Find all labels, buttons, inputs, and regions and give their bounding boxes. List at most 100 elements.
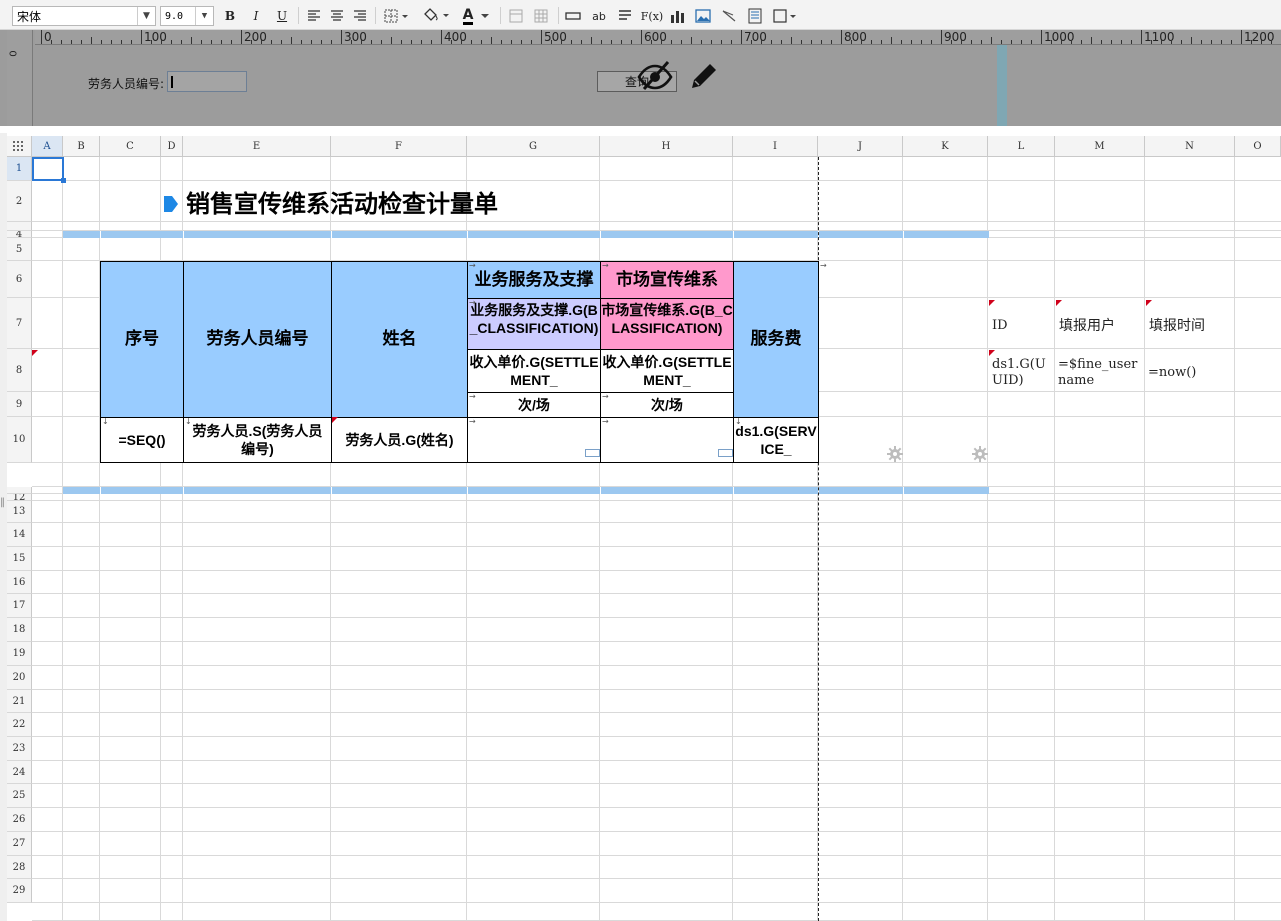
image-icon[interactable] — [694, 6, 712, 26]
font-color-icon[interactable]: A — [460, 6, 494, 26]
side-user-value[interactable]: =$fine_username — [1058, 357, 1144, 388]
row-header-26[interactable]: 26 — [7, 808, 32, 832]
header-staff-no[interactable]: 劳务人员编号 — [183, 261, 332, 418]
column-header-c[interactable]: C — [100, 136, 161, 157]
cell-business-value[interactable] — [467, 417, 601, 463]
chevron-down-icon[interactable]: ▼ — [195, 7, 213, 25]
selected-cell-a1[interactable] — [32, 157, 64, 181]
pencil-icon[interactable] — [688, 60, 720, 92]
row-header-2[interactable]: 2 — [7, 181, 32, 222]
header-market[interactable]: 市场宣传维系 — [600, 261, 734, 299]
font-size-select[interactable]: 9.0 ▼ — [160, 6, 214, 26]
align-center-icon[interactable] — [329, 6, 345, 26]
cell-seq-formula[interactable]: =SEQ() — [100, 417, 184, 463]
row-header-12[interactable]: 12 — [7, 492, 32, 503]
italic-button[interactable]: I — [248, 6, 264, 26]
row-header-29[interactable]: 29 — [7, 879, 32, 903]
row-header-8[interactable]: 8 — [7, 349, 32, 392]
column-header-f[interactable]: F — [331, 136, 467, 157]
insert-row-icon[interactable] — [565, 6, 581, 26]
side-id-label[interactable]: ID — [992, 318, 1008, 334]
eye-hidden-icon[interactable] — [636, 59, 674, 91]
header-service-fee[interactable]: 服务费 — [733, 261, 819, 418]
column-header-h[interactable]: H — [600, 136, 733, 157]
row-header-4[interactable]: 4 — [7, 229, 32, 240]
unit-h[interactable]: 次/场 — [600, 392, 734, 418]
column-header-n[interactable]: N — [1145, 136, 1235, 157]
underline-button[interactable]: U — [274, 6, 290, 26]
paragraph-icon[interactable] — [617, 6, 633, 26]
font-family-select[interactable]: 宋体 ▼ — [12, 6, 156, 26]
row-header-19[interactable]: 19 — [7, 642, 32, 666]
split-cells-icon[interactable] — [533, 6, 549, 26]
row-header-5[interactable]: 5 — [7, 238, 32, 261]
cell-staff-no-formula[interactable]: 劳务人员.S(劳务人员编号) — [183, 417, 332, 463]
column-header-k[interactable]: K — [903, 136, 988, 157]
row-header-18[interactable]: 18 — [7, 618, 32, 642]
chevron-down-icon[interactable]: ▼ — [137, 7, 155, 25]
border-options-icon[interactable] — [772, 6, 800, 26]
header-business[interactable]: 业务服务及支撑 — [467, 261, 601, 299]
row-header-16[interactable]: 16 — [7, 571, 32, 594]
report-title[interactable]: 销售宣传维系活动检查计量单 — [186, 188, 606, 222]
fill-handle[interactable] — [61, 178, 66, 183]
header-name[interactable]: 姓名 — [331, 261, 468, 418]
unit-g[interactable]: 次/场 — [467, 392, 601, 418]
row-header-3[interactable] — [7, 222, 32, 231]
column-header-i[interactable]: I — [733, 136, 818, 157]
row-header-24[interactable]: 24 — [7, 761, 32, 784]
side-id-value[interactable]: ds1.G(UUID) — [992, 357, 1052, 388]
row-header-10[interactable]: 10 — [7, 417, 32, 463]
row-header-28[interactable]: 28 — [7, 856, 32, 879]
cell-name-formula[interactable]: 劳务人员.G(姓名) — [331, 417, 468, 463]
column-header-m[interactable]: M — [1055, 136, 1145, 157]
row-header-14[interactable]: 14 — [7, 523, 32, 547]
fill-color-icon[interactable] — [420, 6, 452, 26]
bold-button[interactable]: B — [222, 6, 238, 26]
select-all-corner[interactable] — [7, 136, 32, 157]
row-header-9[interactable]: 9 — [7, 392, 32, 417]
row-header-25[interactable]: 25 — [7, 784, 32, 808]
column-header-j[interactable]: J — [818, 136, 903, 157]
side-time-value[interactable]: =now() — [1148, 365, 1196, 381]
sub-report-icon[interactable] — [746, 6, 764, 26]
row-header-20[interactable]: 20 — [7, 666, 32, 690]
column-header-l[interactable]: L — [988, 136, 1055, 157]
merge-cells-icon[interactable] — [508, 6, 524, 26]
slash-line-icon[interactable] — [720, 6, 738, 26]
row-header-13[interactable]: 13 — [7, 501, 32, 523]
row-header-27[interactable]: 27 — [7, 832, 32, 856]
column-header-a[interactable]: A — [32, 136, 63, 157]
header-business-formula[interactable]: 业务服务及支撑.G(B_CLASSIFICATION) — [467, 298, 601, 350]
side-fill-user-label[interactable]: 填报用户 — [1059, 317, 1115, 334]
pane-splitter[interactable] — [997, 45, 1007, 126]
row-header-21[interactable]: 21 — [7, 690, 32, 713]
row-header-23[interactable]: 23 — [7, 737, 32, 761]
staff-number-input[interactable] — [167, 71, 247, 92]
header-market-formula[interactable]: 市场宣传维系.G(B_CLASSIFICATION) — [600, 298, 734, 350]
row-header-6[interactable]: 6 — [7, 261, 32, 298]
row-header-11[interactable] — [7, 487, 32, 494]
side-fill-time-label[interactable]: 填报时间 — [1149, 317, 1205, 334]
column-header-b[interactable]: B — [63, 136, 100, 157]
text-wrap-button[interactable]: ab — [590, 6, 608, 26]
row-header-15[interactable]: 15 — [7, 547, 32, 571]
cell-service-formula[interactable]: ds1.G(SERVICE_ — [733, 417, 819, 463]
row-header-17[interactable]: 17 — [7, 594, 32, 618]
formula-button[interactable]: F(x) — [641, 6, 663, 26]
gear-icon[interactable] — [972, 446, 988, 462]
column-header-e[interactable]: E — [183, 136, 331, 157]
unit-price-h[interactable]: 收入单价.G(SETTLEMENT_ — [600, 349, 734, 393]
column-header-d[interactable]: D — [161, 136, 183, 157]
row-header-22[interactable]: 22 — [7, 713, 32, 737]
unit-price-g[interactable]: 收入单价.G(SETTLEMENT_ — [467, 349, 601, 393]
border-style-icon[interactable] — [382, 6, 412, 26]
gear-icon[interactable] — [887, 446, 903, 462]
row-header-7[interactable]: 7 — [7, 298, 32, 349]
bar-chart-icon[interactable] — [669, 6, 687, 26]
align-right-icon[interactable] — [352, 6, 368, 26]
column-header-g[interactable]: G — [467, 136, 600, 157]
align-left-icon[interactable] — [306, 6, 322, 26]
header-seq[interactable]: 序号 — [100, 261, 184, 418]
row-header-1[interactable]: 1 — [7, 157, 32, 181]
